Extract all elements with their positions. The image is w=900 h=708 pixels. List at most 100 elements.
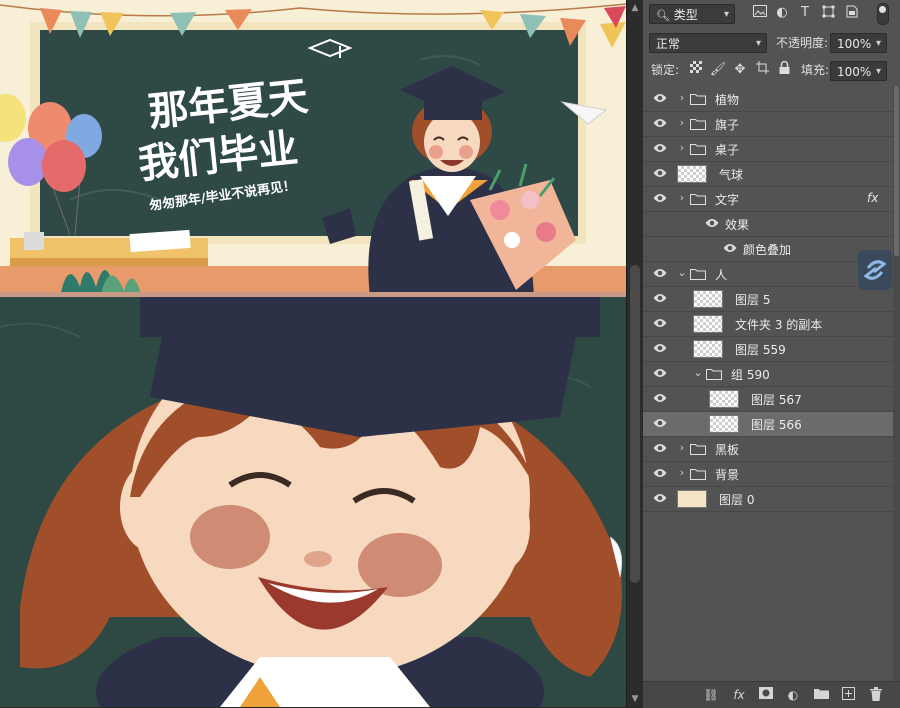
visibility-eye-icon[interactable] [653,143,667,155]
chevron-right-icon[interactable]: › [677,466,687,479]
artwork-overview[interactable]: 那年夏天 我们毕业 匆匆那年/毕业不说再见！ [0,0,626,297]
visibility-eye-icon[interactable] [653,268,667,280]
scrollbar-thumb[interactable] [630,265,640,583]
layer-row[interactable]: › 旗子 [643,112,893,137]
opacity-label: 不透明度: [776,36,829,50]
fill-value: 100% [837,65,872,79]
layer-name: 文字 [715,193,740,207]
visibility-eye-icon[interactable] [653,193,667,205]
effect-eye-icon[interactable] [705,218,719,230]
layer-row[interactable]: › 黑板 [643,437,893,462]
visibility-eye-icon[interactable] [653,118,667,130]
layer-row[interactable]: › 文字 fx [643,187,893,212]
canvas-vertical-scrollbar[interactable]: ▲ ▼ [626,0,643,707]
layer-row[interactable]: 图层 0 [643,487,893,512]
visibility-eye-icon[interactable] [653,493,667,505]
layer-row[interactable]: 气球 [643,162,893,187]
chevron-right-icon[interactable]: › [677,441,687,454]
visibility-eye-icon[interactable] [653,393,667,405]
folder-icon [706,368,722,380]
new-adjustment-layer-icon[interactable]: ◐ [785,687,801,703]
add-layer-style-icon[interactable]: fx [731,687,747,703]
visibility-eye-icon[interactable] [653,418,667,430]
filter-toggle[interactable] [877,3,889,25]
layer-row[interactable]: ⌄ 人 [643,262,893,287]
chevron-right-icon[interactable]: › [677,91,687,104]
layer-row[interactable]: 图层 567 [643,387,893,412]
visibility-eye-icon[interactable] [653,468,667,480]
layer-thumbnail [693,340,723,358]
layer-row[interactable]: 文件夹 3 的副本 [643,312,893,337]
folder-icon [690,118,706,130]
canvas-area[interactable]: 那年夏天 我们毕业 匆匆那年/毕业不说再见！ [0,0,626,707]
delete-layer-icon[interactable] [868,687,884,703]
layer-fx-badge[interactable]: fx [867,191,878,205]
visibility-eye-icon[interactable] [653,443,667,455]
blend-mode-dropdown[interactable]: 正常 ▾ [649,33,767,53]
scroll-down-icon[interactable]: ▼ [630,694,640,704]
layer-row[interactable]: ⌄ 组 590 [643,362,893,387]
folder-icon [690,93,706,105]
scroll-up-icon[interactable]: ▲ [630,3,640,13]
visibility-eye-icon[interactable] [653,93,667,105]
layer-name: 气球 [719,168,744,182]
filter-smart-object-icon[interactable] [843,5,861,23]
effect-eye-icon[interactable] [723,243,737,255]
lock-all-icon[interactable] [775,60,793,79]
layer-thumbnail [709,415,739,433]
layer-name: 黑板 [715,443,740,457]
opacity-value: 100% [837,37,872,51]
visibility-eye-icon[interactable] [653,168,667,180]
visibility-eye-icon[interactable] [653,293,667,305]
filter-shape-icon[interactable] [819,5,837,23]
chevron-down-icon[interactable]: ⌄ [693,366,703,379]
layer-row[interactable]: › 桌子 [643,137,893,162]
chevron-right-icon[interactable]: › [677,141,687,154]
blend-mode-label: 正常 [656,37,681,51]
chevron-down-icon: ▾ [755,38,761,49]
layers-bottom-bar: ⛓︎ fx ◐ [643,681,900,708]
layers-list[interactable]: › 植物 › 旗子 › 桌子 气球 › 文字 fx 效果 颜色叠加 ⌄ 人图层 5 文件夹 3 的副本 图层 … [643,86,900,681]
link-layers-icon[interactable]: ⛓︎ [703,687,719,703]
layer-row[interactable]: 图层 5 [643,287,893,312]
chevron-right-icon[interactable]: › [677,191,687,204]
layer-name: 旗子 [715,118,740,132]
chevron-down-icon: ▾ [723,9,729,20]
new-layer-icon[interactable] [840,687,856,703]
effect-name: 颜色叠加 [743,243,792,257]
lock-move-icon[interactable]: ✥ [731,61,749,79]
search-icon: 🔍︎ [656,9,670,22]
add-mask-icon[interactable] [758,687,774,703]
layers-panel: 🔍︎ 类型 ▾ ◐ T 正常 ▾ 不透明度: 100% ▾ 锁定: 🖌︎ ✥ 填… [643,0,900,708]
layers-scrollbar[interactable] [893,86,900,681]
layer-thumbnail [709,390,739,408]
layer-name: 图层 0 [719,493,755,507]
layer-thumbnail [677,165,707,183]
artwork-zoom-view[interactable] [0,297,626,707]
lock-transparency-icon[interactable] [687,61,705,79]
visibility-eye-icon[interactable] [653,368,667,380]
layer-row[interactable]: 颜色叠加 [643,237,893,262]
layer-row[interactable]: › 背景 [643,462,893,487]
layer-row[interactable]: 图层 559 [643,337,893,362]
layer-kind-filter[interactable]: 🔍︎ 类型 ▾ [649,4,735,24]
layer-row[interactable]: › 植物 [643,87,893,112]
layer-row[interactable]: 图层 566 [643,412,893,437]
visibility-eye-icon[interactable] [653,343,667,355]
filter-adjustment-icon[interactable]: ◐ [773,4,791,22]
floating-panel-button[interactable] [858,250,892,290]
visibility-eye-icon[interactable] [653,318,667,330]
opacity-input[interactable]: 100% ▾ [830,33,887,53]
chevron-right-icon[interactable]: › [677,116,687,129]
lock-artboard-icon[interactable] [753,61,771,79]
folder-icon [690,143,706,155]
lock-brush-icon[interactable]: 🖌︎ [709,61,727,79]
layer-name: 人 [715,268,728,282]
chevron-down-icon[interactable]: ⌄ [677,266,687,279]
filter-pixel-icon[interactable] [751,5,769,23]
new-group-icon[interactable] [813,687,829,703]
lock-row: 锁定: 🖌︎ ✥ 填充: 100% ▾ [643,56,900,87]
layer-row[interactable]: 效果 [643,212,893,237]
filter-type-icon[interactable]: T [796,4,814,22]
fill-input[interactable]: 100% ▾ [830,61,887,81]
